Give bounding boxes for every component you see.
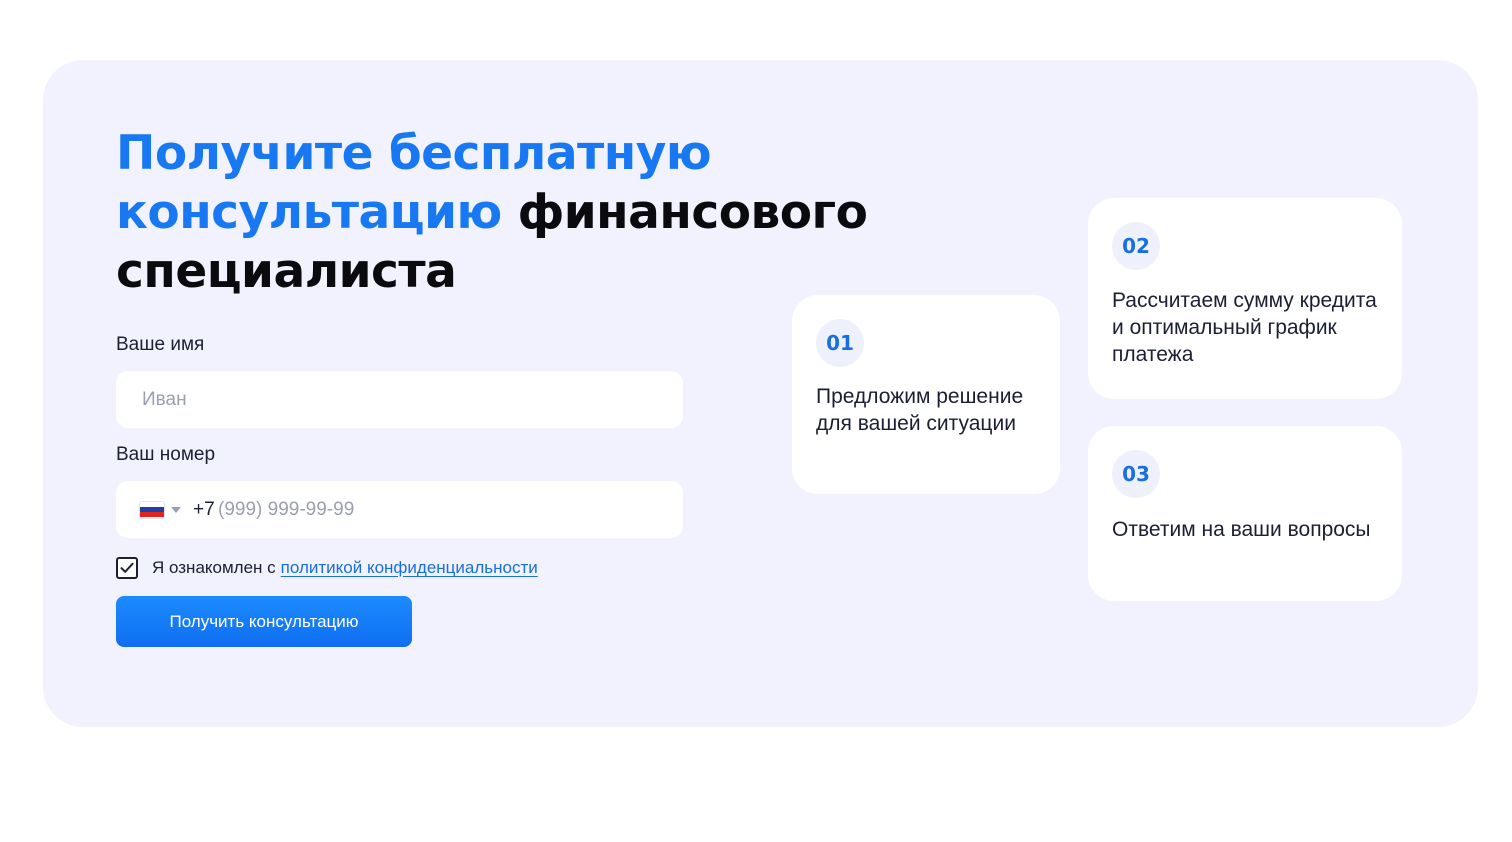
step-number-badge: 01 [816, 319, 864, 367]
name-label: Ваше имя [116, 334, 205, 355]
step-text: Рассчитаем сумму кредита и оптимальный г… [1112, 289, 1377, 366]
consent-checkbox[interactable] [116, 557, 138, 579]
consent-text: Я ознакомлен с [152, 558, 276, 577]
step-text: Предложим решение для вашей ситуации [816, 385, 1024, 435]
step-text: Ответим на ваши вопросы [1112, 518, 1371, 541]
phone-label: Ваш номер [116, 444, 216, 465]
chevron-down-icon [171, 506, 181, 513]
consent-row: Я ознакомлен с политикой конфиденциально… [116, 555, 538, 581]
country-select[interactable] [140, 501, 184, 518]
page-title: Получите бесплатную консультацию финансо… [116, 124, 876, 301]
step-number-badge: 02 [1112, 222, 1160, 270]
step-card-2: 02 Рассчитаем сумму кредита и оптимальны… [1088, 198, 1402, 399]
russia-flag-icon [140, 501, 164, 518]
checkmark-icon [120, 562, 134, 573]
step-number-badge: 03 [1112, 450, 1160, 498]
step-card-1: 01 Предложим решение для вашей ситуации [792, 295, 1060, 494]
name-input[interactable] [142, 371, 662, 428]
step-card-3: 03 Ответим на ваши вопросы [1088, 426, 1402, 601]
get-consultation-button[interactable]: Получить консультацию [116, 596, 412, 647]
name-field [116, 371, 683, 428]
privacy-policy-link[interactable]: политикой конфиденциальности [281, 558, 538, 578]
phone-field: +7 [116, 481, 683, 538]
phone-country-code: +7 [193, 499, 215, 520]
phone-input[interactable] [218, 481, 658, 538]
